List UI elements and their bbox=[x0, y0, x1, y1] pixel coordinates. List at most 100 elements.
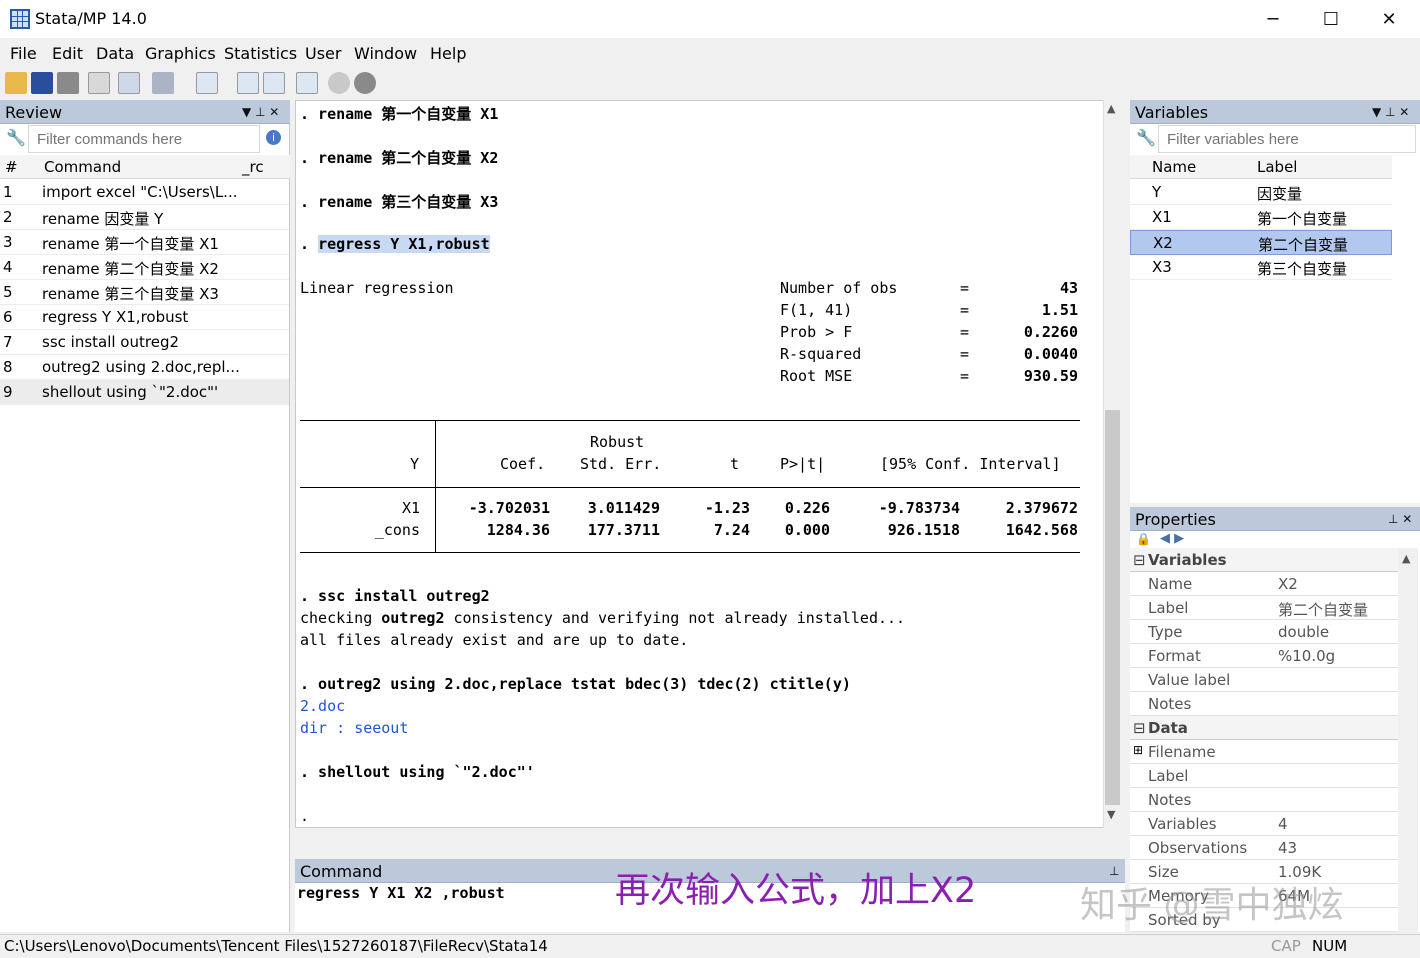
prop-row[interactable]: Label bbox=[1130, 764, 1398, 788]
variables-wrench-icon: 🔧 bbox=[1136, 128, 1156, 147]
prop-row[interactable]: Observations 43 bbox=[1130, 836, 1398, 860]
pin-icon[interactable]: ▼ ⊥ ✕ bbox=[242, 105, 279, 119]
properties-scrollbar[interactable]: ▲ bbox=[1398, 548, 1418, 932]
properties-header: Properties ⊥ ✕ bbox=[1130, 507, 1420, 531]
props-scroll-up-icon[interactable]: ▲ bbox=[1402, 552, 1410, 565]
section-variables[interactable]: ⊟ Variables bbox=[1130, 548, 1398, 572]
prop-row[interactable]: Label 第二个自变量 bbox=[1130, 596, 1398, 620]
review-row[interactable]: 1 import excel "C:\Users\L... bbox=[0, 180, 289, 205]
results-cmd-ssc: . ssc install outreg2 bbox=[300, 587, 490, 605]
variables-manager-icon[interactable] bbox=[296, 72, 318, 94]
review-row[interactable]: 6 regress Y X1,robust bbox=[0, 305, 289, 330]
variables-filter-input[interactable] bbox=[1158, 125, 1416, 153]
menu-statistics[interactable]: Statistics bbox=[224, 44, 297, 63]
section-data[interactable]: ⊟ Data bbox=[1130, 716, 1398, 740]
review-row-selected[interactable]: 9 shellout using `"2.doc"' bbox=[0, 380, 289, 405]
menu-data[interactable]: Data bbox=[96, 44, 134, 63]
results-scrollbar[interactable]: ▲ ▼ bbox=[1103, 100, 1121, 828]
variable-row[interactable]: X1 第一个自变量 bbox=[1130, 205, 1392, 230]
col-label[interactable]: Label bbox=[1257, 158, 1297, 176]
row-x1-coef: -3.702031 bbox=[468, 499, 550, 517]
stat-value: 1.51 bbox=[1041, 301, 1078, 319]
review-title: Review bbox=[5, 103, 63, 122]
variable-row-selected[interactable]: X2 第二个自变量 bbox=[1130, 230, 1392, 255]
menu-graphics[interactable]: Graphics bbox=[145, 44, 216, 63]
command-input[interactable]: regress Y X1 X2 ,robust bbox=[297, 884, 505, 902]
col-name[interactable]: Name bbox=[1152, 158, 1196, 176]
prop-row[interactable]: Notes bbox=[1130, 788, 1398, 812]
print-icon[interactable] bbox=[57, 72, 79, 94]
more-icon[interactable] bbox=[328, 72, 350, 94]
prop-row[interactable]: Format %10.0g bbox=[1130, 644, 1398, 668]
title-bar bbox=[0, 0, 1420, 38]
prop-row[interactable]: Type double bbox=[1130, 620, 1398, 644]
data-editor-icon[interactable] bbox=[237, 72, 259, 94]
menu-window[interactable]: Window bbox=[354, 44, 417, 63]
results-cmd-rename-x3: . rename 第三个自变量 X3 bbox=[300, 193, 499, 211]
scroll-down-icon[interactable]: ▼ bbox=[1107, 808, 1115, 821]
status-cap: CAP bbox=[1271, 937, 1301, 955]
prop-row[interactable]: ⊞ Filename bbox=[1130, 740, 1398, 764]
menu-help[interactable]: Help bbox=[430, 44, 466, 63]
back-forward-icon[interactable]: ◀ ▶ bbox=[1160, 531, 1184, 546]
regression-title: Linear regression bbox=[300, 279, 454, 297]
variable-row[interactable]: X3 第三个自变量 bbox=[1130, 255, 1392, 280]
row-cons-lo: 926.1518 bbox=[887, 521, 960, 539]
table-mid-rule bbox=[300, 487, 1080, 488]
row-x1-lo: -9.783734 bbox=[878, 499, 960, 517]
review-row[interactable]: 8 outreg2 using 2.doc,repl... bbox=[0, 355, 289, 380]
variables-column-header: Name Label bbox=[1130, 155, 1392, 179]
head-t: t bbox=[730, 455, 740, 473]
variable-row[interactable]: Y 因变量 bbox=[1130, 180, 1392, 205]
prop-row[interactable]: Variables 4 bbox=[1130, 812, 1398, 836]
row-x1-p: 0.226 bbox=[784, 499, 830, 517]
col-rc[interactable]: _rc bbox=[242, 158, 264, 176]
scroll-thumb[interactable] bbox=[1105, 410, 1120, 805]
wrench-icon: 🔧 bbox=[6, 128, 26, 147]
review-filter-input[interactable] bbox=[28, 125, 260, 153]
graph-icon[interactable] bbox=[152, 72, 174, 94]
properties-pin-icon[interactable]: ⊥ ✕ bbox=[1388, 512, 1412, 526]
viewer-icon[interactable] bbox=[118, 72, 140, 94]
review-row[interactable]: 5 rename 第三个自变量 X3 bbox=[0, 280, 289, 305]
menu-edit[interactable]: Edit bbox=[52, 44, 83, 63]
maximize-button[interactable]: ☐ bbox=[1302, 0, 1360, 38]
review-row[interactable]: 3 rename 第一个自变量 X1 bbox=[0, 230, 289, 255]
row-cons-name: _cons bbox=[374, 521, 420, 539]
col-command[interactable]: Command bbox=[44, 158, 121, 176]
results-allfiles-line: all files already exist and are up to da… bbox=[300, 631, 689, 649]
link-2doc[interactable]: 2.doc bbox=[300, 697, 345, 715]
scroll-up-icon[interactable]: ▲ bbox=[1107, 102, 1115, 115]
lock-icon[interactable]: 🔒 bbox=[1136, 532, 1151, 546]
log-icon[interactable] bbox=[88, 72, 110, 94]
break-icon[interactable] bbox=[354, 72, 376, 94]
row-cons-t: 7.24 bbox=[713, 521, 750, 539]
review-row[interactable]: 2 rename 因变量 Y bbox=[0, 205, 289, 230]
info-icon[interactable]: i bbox=[266, 130, 281, 145]
stat-value: 43 bbox=[1059, 279, 1078, 297]
link-seeout[interactable]: seeout bbox=[354, 719, 408, 737]
prop-row[interactable]: Notes bbox=[1130, 692, 1398, 716]
menu-user[interactable]: User bbox=[305, 44, 341, 63]
do-file-editor-icon[interactable] bbox=[196, 72, 218, 94]
minimize-button[interactable]: ─ bbox=[1244, 0, 1302, 38]
review-row[interactable]: 4 rename 第二个自变量 X2 bbox=[0, 255, 289, 280]
close-button[interactable]: ✕ bbox=[1360, 0, 1418, 38]
menu-file[interactable]: File bbox=[10, 44, 37, 63]
review-column-header: # Command _rc bbox=[0, 155, 290, 179]
variables-pin-icon[interactable]: ▼ ⊥ ✕ bbox=[1372, 105, 1409, 119]
data-browser-icon[interactable] bbox=[263, 72, 285, 94]
head-p: P>|t| bbox=[780, 455, 826, 473]
head-coef: Coef. bbox=[500, 455, 546, 473]
open-icon[interactable] bbox=[5, 72, 27, 94]
command-title: Command bbox=[300, 862, 383, 881]
prop-row[interactable]: Name X2 bbox=[1130, 572, 1398, 596]
watermark: 知乎 @雪中独炫 bbox=[1080, 885, 1344, 926]
save-icon[interactable] bbox=[31, 72, 53, 94]
status-path: C:\Users\Lenovo\Documents\Tencent Files\… bbox=[4, 937, 548, 955]
prop-row[interactable]: Value label bbox=[1130, 668, 1398, 692]
window-title: Stata/MP 14.0 bbox=[35, 9, 147, 28]
review-row[interactable]: 7 ssc install outreg2 bbox=[0, 330, 289, 355]
results-prompt: . bbox=[300, 807, 310, 825]
results-cmd-regress: . regress Y X1,robust bbox=[300, 235, 490, 253]
